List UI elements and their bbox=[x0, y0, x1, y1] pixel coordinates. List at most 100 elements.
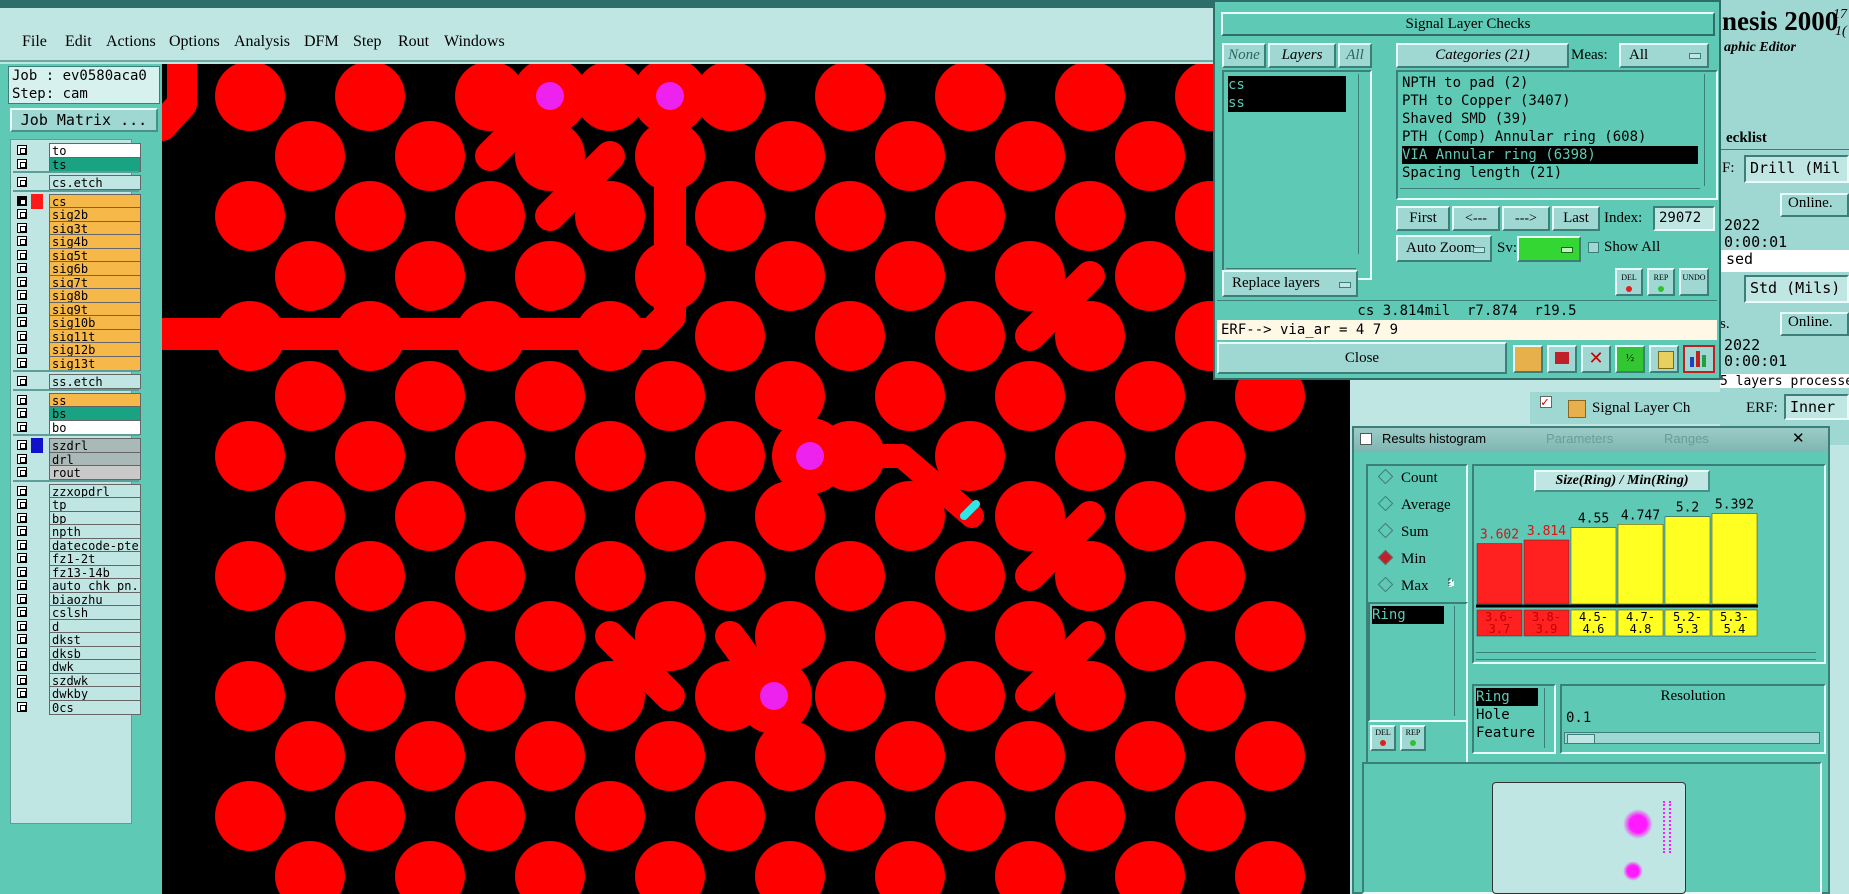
layer-checkbox[interactable] bbox=[17, 421, 27, 432]
layer-row-cs-etch[interactable]: cs.etch bbox=[13, 175, 141, 190]
layer-checkbox[interactable] bbox=[17, 290, 27, 300]
menu-rout[interactable]: Rout bbox=[398, 33, 429, 51]
layer-name[interactable]: ts bbox=[49, 156, 141, 172]
pcb-canvas[interactable] bbox=[162, 64, 1350, 894]
online-button-1[interactable]: Online. bbox=[1780, 193, 1849, 217]
param-scrollbar[interactable] bbox=[1454, 606, 1464, 716]
layer-checkbox[interactable] bbox=[17, 661, 27, 671]
layer-checkbox[interactable] bbox=[17, 303, 27, 314]
categories-button[interactable]: Categories (21) bbox=[1396, 43, 1569, 68]
tab-ranges[interactable]: Ranges bbox=[1664, 428, 1709, 450]
layer-checkbox[interactable] bbox=[17, 566, 27, 577]
layer-row-rout[interactable]: rout bbox=[13, 465, 141, 480]
erf-field-2[interactable]: Std (Mils) bbox=[1744, 275, 1849, 303]
undo-icon-button[interactable]: UNDO bbox=[1679, 268, 1709, 296]
layer-checkbox[interactable] bbox=[17, 408, 27, 418]
board-preview[interactable] bbox=[1492, 782, 1686, 894]
layer-name[interactable]: cs.etch bbox=[49, 175, 141, 190]
layer-checkbox[interactable] bbox=[17, 467, 27, 477]
index-field[interactable]: 29072 bbox=[1653, 206, 1715, 231]
del-icon-button[interactable]: DEL bbox=[1615, 268, 1643, 296]
histogram-bar[interactable] bbox=[1711, 513, 1758, 605]
layer-checkbox[interactable] bbox=[17, 701, 27, 712]
field-list[interactable]: Ring Hole Feature bbox=[1472, 684, 1556, 754]
layer-checkbox[interactable] bbox=[17, 485, 27, 496]
replace-layers-dropdown[interactable]: Replace layers bbox=[1222, 270, 1358, 297]
layer-checkbox[interactable] bbox=[17, 647, 27, 658]
layer-item-ss[interactable]: ss bbox=[1228, 94, 1346, 112]
first-button[interactable]: First bbox=[1396, 206, 1450, 231]
radio-count[interactable]: Count bbox=[1377, 468, 1438, 488]
categories-hscrollbar[interactable] bbox=[1400, 188, 1700, 196]
online-button-2[interactable]: Online. bbox=[1780, 312, 1849, 336]
layer-checkbox[interactable] bbox=[17, 634, 27, 644]
layers-scrollbar[interactable] bbox=[1358, 74, 1368, 254]
hist-del-button[interactable]: DEL bbox=[1370, 725, 1396, 751]
resolution-slider[interactable] bbox=[1564, 732, 1820, 744]
layers-button[interactable]: Layers bbox=[1268, 43, 1336, 68]
layer-checkbox[interactable] bbox=[17, 357, 27, 368]
menu-analysis[interactable]: Analysis bbox=[234, 33, 290, 51]
menu-step[interactable]: Step bbox=[353, 33, 381, 51]
layer-checkbox[interactable] bbox=[17, 222, 27, 233]
layer-checkbox[interactable] bbox=[17, 249, 27, 260]
layer-name[interactable]: 0cs bbox=[49, 699, 141, 715]
layer-checkbox[interactable] bbox=[17, 209, 27, 219]
layer-checkbox[interactable] bbox=[17, 539, 27, 550]
report-icon[interactable] bbox=[1513, 345, 1543, 373]
layer-name[interactable]: sig13t bbox=[49, 355, 141, 371]
radio-average[interactable]: Average bbox=[1377, 495, 1451, 515]
layer-checkbox[interactable] bbox=[17, 263, 27, 273]
list-icon[interactable] bbox=[1649, 345, 1679, 373]
last-button[interactable]: Last bbox=[1552, 206, 1600, 231]
histogram-bar[interactable] bbox=[1476, 543, 1523, 605]
half-icon[interactable]: ½ bbox=[1615, 345, 1645, 373]
layer-checkbox[interactable] bbox=[17, 195, 27, 206]
layer-checkbox[interactable] bbox=[17, 512, 27, 523]
menu-file[interactable]: File bbox=[22, 33, 47, 51]
menu-edit[interactable]: Edit bbox=[65, 33, 92, 51]
layer-name[interactable]: rout bbox=[49, 465, 141, 480]
layer-checkbox[interactable] bbox=[17, 453, 27, 464]
layer-checkbox[interactable] bbox=[17, 177, 27, 187]
field-item-feature[interactable]: Feature bbox=[1476, 724, 1535, 742]
field-item-ring[interactable]: Ring bbox=[1476, 688, 1538, 706]
field-item-hole[interactable]: Hole bbox=[1476, 706, 1510, 724]
layer-checkbox[interactable] bbox=[17, 593, 27, 604]
tab-parameters[interactable]: Parameters bbox=[1546, 428, 1613, 450]
hist-rep-button[interactable]: REP bbox=[1400, 725, 1426, 751]
histogram-bar[interactable] bbox=[1664, 516, 1711, 605]
close-icon[interactable]: ✕ bbox=[1792, 428, 1805, 450]
menu-dfm[interactable]: DFM bbox=[304, 33, 339, 51]
layer-row-bo[interactable]: bo bbox=[13, 419, 141, 435]
layer-checkbox[interactable] bbox=[17, 620, 27, 631]
auto-zoom-dropdown[interactable]: Auto Zoom bbox=[1396, 235, 1492, 262]
erf-field-3[interactable]: Inner bbox=[1784, 394, 1849, 420]
layer-checkbox[interactable] bbox=[17, 276, 27, 287]
layer-checkbox[interactable] bbox=[17, 674, 27, 685]
menu-actions[interactable]: Actions bbox=[106, 33, 156, 51]
radio-max[interactable]: Max bbox=[1377, 576, 1429, 596]
category-item[interactable]: Spacing length (21) bbox=[1402, 164, 1562, 182]
menu-windows[interactable]: Windows bbox=[444, 33, 505, 51]
prev-button[interactable]: <--- bbox=[1452, 206, 1500, 231]
histogram-icon[interactable] bbox=[1683, 345, 1715, 373]
layer-checkbox[interactable] bbox=[17, 236, 27, 246]
layer-name[interactable]: bo bbox=[49, 419, 141, 435]
layer-row-ss-etch[interactable]: ss.etch bbox=[13, 374, 141, 389]
category-item[interactable]: Shaved SMD (39) bbox=[1402, 110, 1528, 128]
meas-dropdown[interactable]: All bbox=[1619, 43, 1709, 68]
layer-checkbox[interactable] bbox=[17, 317, 27, 327]
layer-item-cs[interactable]: cs bbox=[1228, 76, 1346, 94]
layers-listbox[interactable]: cs ss bbox=[1222, 70, 1372, 280]
category-item[interactable]: PTH to Copper (3407) bbox=[1402, 92, 1571, 110]
flag-icon[interactable] bbox=[1547, 345, 1577, 373]
none-button[interactable]: None bbox=[1222, 43, 1266, 68]
show-all-checkbox[interactable] bbox=[1588, 242, 1599, 253]
rep-icon-button[interactable]: REP bbox=[1647, 268, 1675, 296]
erf-off-icon[interactable]: ✕ bbox=[1581, 345, 1611, 373]
categories-scrollbar[interactable] bbox=[1704, 74, 1714, 186]
close-button[interactable]: Close bbox=[1217, 342, 1507, 374]
layer-checkbox[interactable] bbox=[17, 344, 27, 354]
layer-row-ts[interactable]: ts bbox=[13, 156, 141, 172]
